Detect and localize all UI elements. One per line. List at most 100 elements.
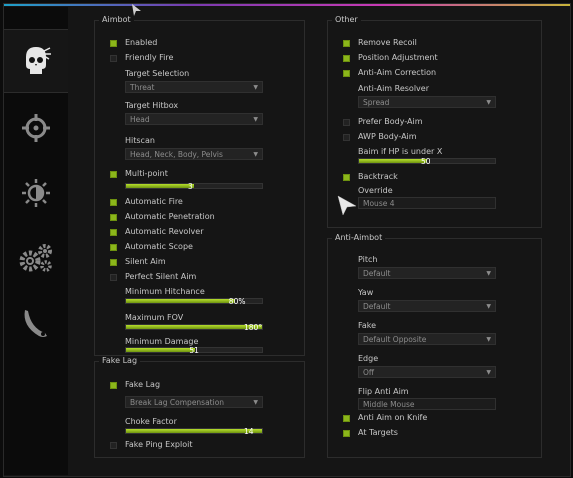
maximum-fov-slider[interactable]: 180° — [125, 323, 263, 332]
flip-anti-aim-label: Flip Anti Aim — [358, 387, 409, 396]
perfect-silent-aim-label: Perfect Silent Aim — [125, 272, 197, 281]
chevron-down-icon: ▼ — [253, 116, 258, 123]
tab-aim[interactable] — [4, 97, 68, 159]
choke-factor-label: Choke Factor — [125, 417, 177, 426]
automatic-revolver-label: Automatic Revolver — [125, 227, 204, 236]
position-adjustment-checkbox[interactable] — [343, 55, 350, 62]
minimum-damage-value: 51 — [189, 346, 199, 355]
edge-dropdown[interactable]: Off ▼ — [358, 366, 496, 378]
automatic-penetration-label: Automatic Penetration — [125, 212, 215, 221]
automatic-scope-checkbox[interactable] — [110, 244, 117, 251]
tab-ragebot[interactable] — [4, 29, 68, 93]
hitscan-value: Head, Neck, Body, Pelvis — [130, 150, 223, 159]
target-selection-dropdown[interactable]: Threat ▼ — [125, 81, 263, 93]
chevron-down-icon: ▼ — [253, 399, 258, 406]
anti-aim-on-knife-checkbox[interactable] — [343, 415, 350, 422]
anti-aim-correction-checkbox[interactable] — [343, 70, 350, 77]
anti-aim-resolver-value: Spread — [363, 98, 390, 107]
other-title: Other — [332, 15, 361, 25]
chevron-down-icon: ▼ — [253, 151, 258, 158]
at-targets-checkbox[interactable] — [343, 430, 350, 437]
target-hitbox-label: Target Hitbox — [125, 101, 179, 110]
fake-value: Default Opposite — [363, 335, 427, 344]
target-selection-label: Target Selection — [125, 69, 190, 78]
prefer-body-aim-checkbox[interactable] — [343, 119, 350, 126]
fake-lag-mode-value: Break Lag Compensation — [130, 398, 225, 407]
baim-hp-slider[interactable]: 50 — [358, 157, 496, 166]
awp-body-aim-checkbox[interactable] — [343, 134, 350, 141]
minimum-hitchance-label: Minimum Hitchance — [125, 287, 205, 296]
friendly-fire-label: Friendly Fire — [125, 53, 174, 62]
baim-hp-label: Baim if HP is under X — [358, 147, 443, 156]
automatic-penetration-checkbox[interactable] — [110, 214, 117, 221]
baim-hp-value: 50 — [421, 157, 431, 166]
fakelag-group: Fake Lag Fake Lag Break Lag Compensation… — [94, 356, 305, 458]
minimum-hitchance-slider[interactable]: 80% — [125, 297, 263, 306]
fake-lag-checkbox[interactable] — [110, 382, 117, 389]
backtrack-label: Backtrack — [358, 172, 398, 181]
silent-aim-label: Silent Aim — [125, 257, 166, 266]
slider-fill — [126, 299, 235, 303]
top-cursor-icon — [132, 4, 141, 16]
silent-aim-checkbox[interactable] — [110, 259, 117, 266]
edge-value: Off — [363, 368, 375, 377]
friendly-fire-checkbox[interactable] — [110, 55, 117, 62]
position-adjustment-label: Position Adjustment — [358, 53, 438, 62]
aimbot-group: Aimbot Enabled Friendly Fire Target Sele… — [94, 15, 305, 356]
knife-icon — [24, 310, 47, 337]
perfect-silent-aim-checkbox[interactable] — [110, 274, 117, 281]
menu-window: Aimbot Enabled Friendly Fire Target Sele… — [3, 3, 571, 477]
at-targets-label: At Targets — [358, 428, 398, 437]
automatic-fire-checkbox[interactable] — [110, 199, 117, 206]
tab-misc[interactable] — [4, 227, 68, 289]
chevron-down-icon: ▼ — [486, 303, 491, 310]
remove-recoil-label: Remove Recoil — [358, 38, 417, 47]
maximum-fov-label: Maximum FOV — [125, 313, 184, 322]
slider-fill — [126, 184, 194, 188]
enabled-checkbox[interactable] — [110, 40, 117, 47]
crosshair-icon — [22, 114, 50, 142]
remove-recoil-checkbox[interactable] — [343, 40, 350, 47]
automatic-revolver-checkbox[interactable] — [110, 229, 117, 236]
minimum-hitchance-value: 80% — [228, 297, 246, 306]
tab-skins[interactable] — [4, 292, 68, 354]
multipoint-slider[interactable]: 3 — [125, 182, 263, 191]
chevron-down-icon: ▼ — [486, 369, 491, 376]
minimum-damage-slider[interactable]: 51 — [125, 346, 263, 355]
tab-visuals[interactable] — [4, 162, 68, 224]
yaw-dropdown[interactable]: Default ▼ — [358, 300, 496, 312]
automatic-scope-label: Automatic Scope — [125, 242, 193, 251]
mouse-cursor-icon — [337, 195, 357, 216]
prefer-body-aim-label: Prefer Body-Aim — [358, 117, 423, 126]
maximum-fov-value: 180° — [244, 323, 263, 332]
fakelag-title: Fake Lag — [99, 356, 141, 366]
pitch-dropdown[interactable]: Default ▼ — [358, 267, 496, 279]
override-keybind[interactable]: Mouse 4 — [358, 197, 496, 209]
pitch-label: Pitch — [358, 255, 378, 264]
rainbow-bar — [4, 4, 570, 6]
anti-aim-on-knife-label: Anti Aim on Knife — [358, 413, 428, 422]
multipoint-checkbox[interactable] — [110, 171, 117, 178]
fake-ping-exploit-checkbox[interactable] — [110, 442, 117, 449]
pitch-value: Default — [363, 269, 391, 278]
enabled-label: Enabled — [125, 38, 158, 47]
chevron-down-icon: ▼ — [253, 84, 258, 91]
fake-lag-mode-dropdown[interactable]: Break Lag Compensation ▼ — [125, 396, 263, 408]
hitscan-label: Hitscan — [125, 136, 155, 145]
fake-dropdown[interactable]: Default Opposite ▼ — [358, 333, 496, 345]
choke-factor-slider[interactable]: 14 — [125, 428, 263, 436]
flip-anti-aim-keybind[interactable]: Middle Mouse — [358, 398, 496, 410]
antiaim-group: Anti-Aimbot Pitch Default ▼ Yaw Default ▼ … — [327, 233, 542, 458]
multipoint-value: 3 — [188, 182, 193, 191]
hitscan-dropdown[interactable]: Head, Neck, Body, Pelvis ▼ — [125, 148, 263, 160]
automatic-fire-label: Automatic Fire — [125, 197, 183, 206]
minimum-damage-label: Minimum Damage — [125, 337, 199, 346]
target-hitbox-dropdown[interactable]: Head ▼ — [125, 113, 263, 125]
awp-body-aim-label: AWP Body-Aim — [358, 132, 417, 141]
anti-aim-correction-label: Anti-Aim Correction — [358, 68, 437, 77]
target-selection-value: Threat — [130, 83, 155, 92]
anti-aim-resolver-dropdown[interactable]: Spread ▼ — [358, 96, 496, 108]
gears-icon — [19, 244, 52, 272]
backtrack-checkbox[interactable] — [343, 174, 350, 181]
skull-icon — [26, 47, 51, 74]
